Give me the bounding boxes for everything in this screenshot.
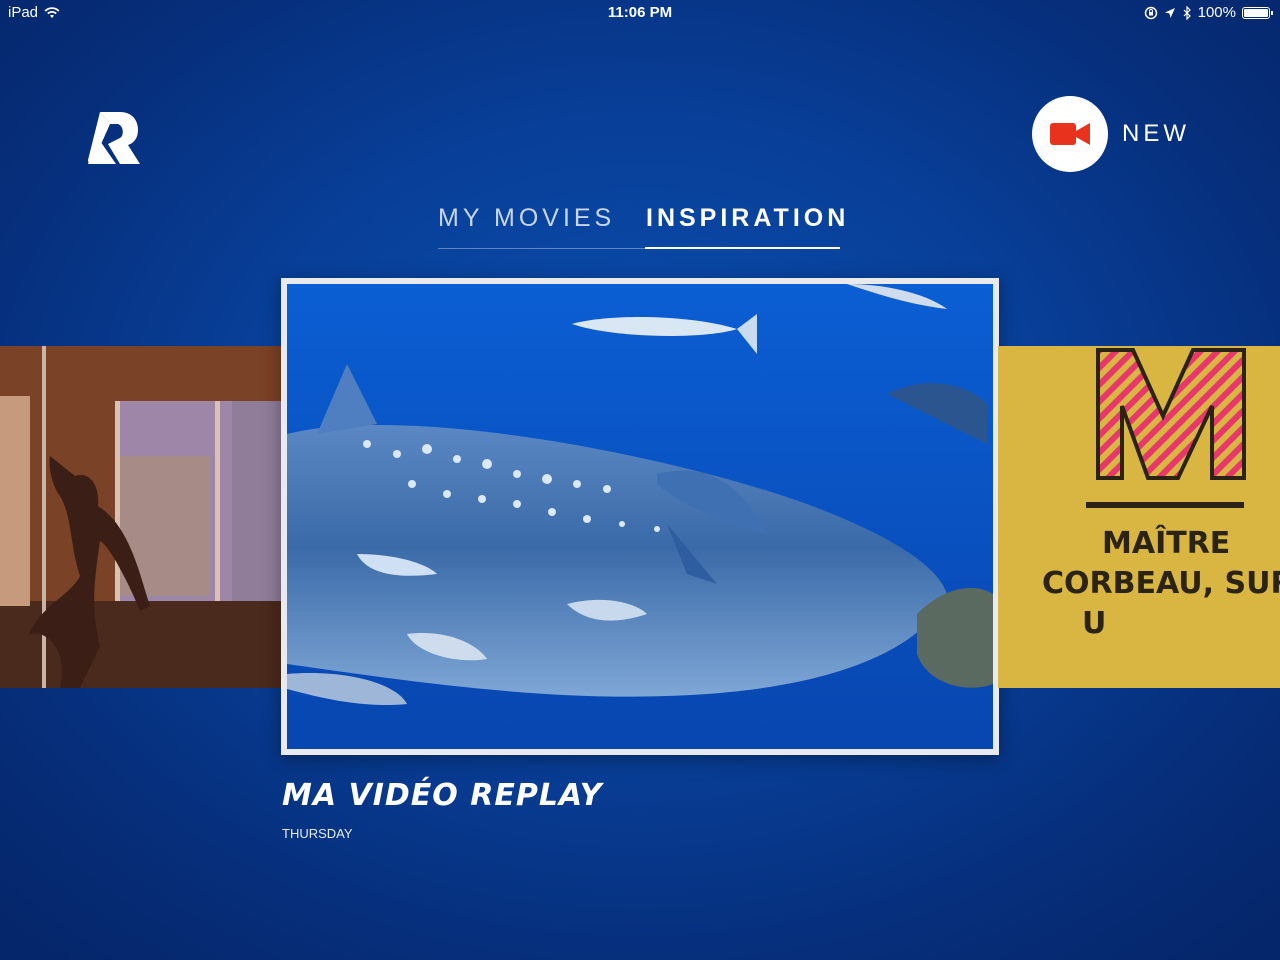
selected-movie-title: MA VIDÉO REPLAY: [282, 778, 603, 813]
video-camera-icon: [1050, 123, 1090, 145]
tab-inspiration[interactable]: INSPIRATION: [646, 204, 845, 243]
previous-movie-thumbnail: [0, 346, 282, 688]
battery-icon: [1242, 6, 1273, 19]
battery-fill: [1244, 8, 1268, 17]
tab-my-movies[interactable]: MY MOVIES: [438, 204, 622, 243]
next-movie-title: MAÎTRE CORBEAU, SUR U: [1042, 524, 1280, 644]
app-logo: [88, 112, 140, 164]
tab-bar: MY MOVIES INSPIRATION: [0, 204, 1280, 249]
status-right: 100%: [1144, 4, 1273, 21]
next-movie-letter-graphic: [1086, 348, 1246, 508]
status-bar: iPad 11:06 PM 100%: [0, 0, 1280, 26]
battery-percent: 100%: [1197, 4, 1236, 21]
location-icon: [1164, 7, 1175, 18]
movie-card-next[interactable]: MAÎTRE CORBEAU, SUR U: [998, 346, 1280, 688]
tab-active-indicator: [645, 247, 840, 249]
new-label: NEW: [1122, 120, 1190, 147]
new-movie-button[interactable]: NEW: [1032, 96, 1190, 172]
movie-card-previous[interactable]: [0, 346, 282, 688]
selected-movie-date: THURSDAY: [282, 826, 353, 841]
next-movie-title-line: CORBEAU, SUR: [1042, 566, 1280, 601]
rotation-lock-icon: [1144, 6, 1157, 19]
clock: 11:06 PM: [607, 4, 673, 21]
next-movie-title-line: U: [1082, 606, 1107, 641]
bluetooth-icon: [1183, 5, 1191, 20]
selected-movie-thumbnail: [287, 284, 993, 749]
new-circle: [1032, 96, 1108, 172]
movie-card-selected[interactable]: [281, 278, 999, 755]
next-movie-title-line: MAÎTRE: [1102, 526, 1231, 561]
